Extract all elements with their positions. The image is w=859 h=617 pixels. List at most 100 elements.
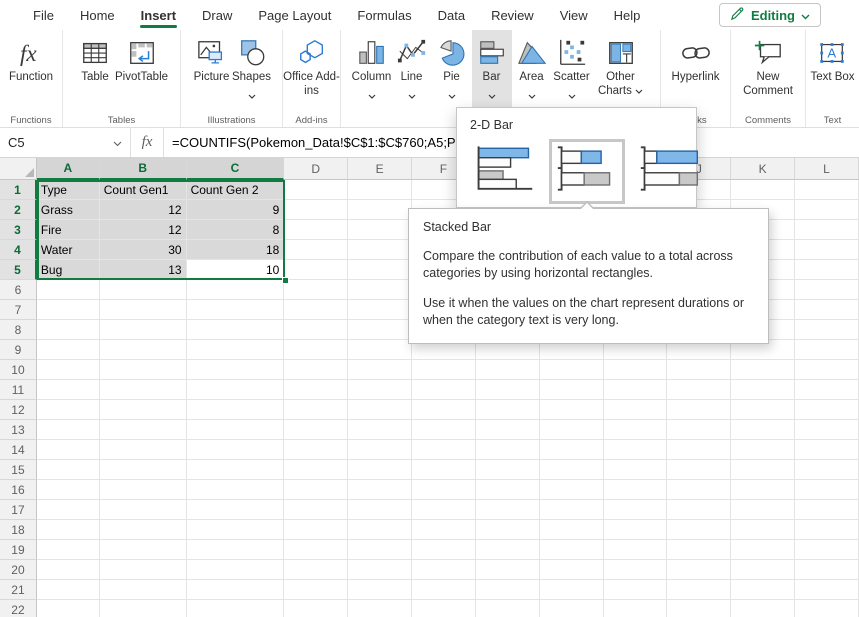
- cell-A8[interactable]: [37, 320, 100, 340]
- cell-L7[interactable]: [795, 300, 859, 320]
- function-button[interactable]: fx Function: [9, 30, 53, 110]
- cell-B13[interactable]: [100, 420, 187, 440]
- cell-D22[interactable]: [284, 600, 348, 617]
- cell-D9[interactable]: [284, 340, 348, 360]
- cell-J21[interactable]: [667, 580, 731, 600]
- line-chart-button[interactable]: Line: [392, 30, 432, 110]
- cell-B16[interactable]: [100, 480, 187, 500]
- cell-F20[interactable]: [412, 560, 476, 580]
- column-header-A[interactable]: A: [37, 158, 100, 180]
- cell-D11[interactable]: [284, 380, 348, 400]
- shapes-button[interactable]: Shapes: [232, 30, 272, 110]
- cell-F17[interactable]: [412, 500, 476, 520]
- cell-D19[interactable]: [284, 540, 348, 560]
- cell-F13[interactable]: [412, 420, 476, 440]
- cell-L2[interactable]: [795, 200, 859, 220]
- fx-icon[interactable]: fx: [131, 128, 164, 157]
- cell-G16[interactable]: [476, 480, 540, 500]
- cell-J22[interactable]: [667, 600, 731, 617]
- cell-A22[interactable]: [37, 600, 100, 617]
- cell-E15[interactable]: [348, 460, 412, 480]
- cell-I15[interactable]: [604, 460, 668, 480]
- cell-L16[interactable]: [795, 480, 859, 500]
- cell-L12[interactable]: [795, 400, 859, 420]
- row-header-11[interactable]: 11: [0, 380, 37, 400]
- cell-L20[interactable]: [795, 560, 859, 580]
- cell-D4[interactable]: [284, 240, 348, 260]
- cell-I18[interactable]: [604, 520, 668, 540]
- cell-L6[interactable]: [795, 280, 859, 300]
- cell-E9[interactable]: [348, 340, 412, 360]
- cell-C13[interactable]: [187, 420, 285, 440]
- option-stacked-bar[interactable]: [549, 139, 625, 204]
- cell-C12[interactable]: [187, 400, 285, 420]
- cell-E2[interactable]: [348, 200, 412, 220]
- cell-A3[interactable]: Fire: [37, 220, 100, 240]
- cell-H10[interactable]: [540, 360, 604, 380]
- cell-C22[interactable]: [187, 600, 285, 617]
- row-header-9[interactable]: 9: [0, 340, 37, 360]
- cell-D2[interactable]: [284, 200, 348, 220]
- cell-E22[interactable]: [348, 600, 412, 617]
- chevron-down-icon[interactable]: [528, 87, 536, 105]
- cell-I17[interactable]: [604, 500, 668, 520]
- row-header-18[interactable]: 18: [0, 520, 37, 540]
- cell-F22[interactable]: [412, 600, 476, 617]
- row-header-7[interactable]: 7: [0, 300, 37, 320]
- cell-L22[interactable]: [795, 600, 859, 617]
- cell-E6[interactable]: [348, 280, 412, 300]
- cell-A7[interactable]: [37, 300, 100, 320]
- cell-G15[interactable]: [476, 460, 540, 480]
- tab-data[interactable]: Data: [425, 0, 478, 30]
- cell-H20[interactable]: [540, 560, 604, 580]
- row-header-2[interactable]: 2: [0, 200, 37, 220]
- cell-C5[interactable]: 10: [187, 260, 285, 280]
- cell-J16[interactable]: [667, 480, 731, 500]
- cell-J20[interactable]: [667, 560, 731, 580]
- cell-E3[interactable]: [348, 220, 412, 240]
- cell-E5[interactable]: [348, 260, 412, 280]
- cell-G22[interactable]: [476, 600, 540, 617]
- cell-B2[interactable]: 12: [100, 200, 187, 220]
- cell-K1[interactable]: [731, 180, 795, 200]
- cell-B17[interactable]: [100, 500, 187, 520]
- cell-C10[interactable]: [187, 360, 285, 380]
- row-header-16[interactable]: 16: [0, 480, 37, 500]
- cell-B1[interactable]: Count Gen1: [100, 180, 187, 200]
- cell-E14[interactable]: [348, 440, 412, 460]
- row-header-20[interactable]: 20: [0, 560, 37, 580]
- cell-C16[interactable]: [187, 480, 285, 500]
- cell-G11[interactable]: [476, 380, 540, 400]
- row-header-17[interactable]: 17: [0, 500, 37, 520]
- cell-L19[interactable]: [795, 540, 859, 560]
- cell-B6[interactable]: [100, 280, 187, 300]
- hyperlink-button[interactable]: Hyperlink: [672, 30, 720, 110]
- cell-D15[interactable]: [284, 460, 348, 480]
- row-header-13[interactable]: 13: [0, 420, 37, 440]
- cell-E7[interactable]: [348, 300, 412, 320]
- cell-B15[interactable]: [100, 460, 187, 480]
- cell-A6[interactable]: [37, 280, 100, 300]
- cell-G12[interactable]: [476, 400, 540, 420]
- cell-A16[interactable]: [37, 480, 100, 500]
- cell-A9[interactable]: [37, 340, 100, 360]
- cell-D18[interactable]: [284, 520, 348, 540]
- cell-H12[interactable]: [540, 400, 604, 420]
- row-header-3[interactable]: 3: [0, 220, 37, 240]
- cell-L3[interactable]: [795, 220, 859, 240]
- tab-insert[interactable]: Insert: [128, 0, 189, 30]
- cell-D13[interactable]: [284, 420, 348, 440]
- cell-L10[interactable]: [795, 360, 859, 380]
- cell-B12[interactable]: [100, 400, 187, 420]
- row-header-4[interactable]: 4: [0, 240, 37, 260]
- cell-I19[interactable]: [604, 540, 668, 560]
- cell-K12[interactable]: [731, 400, 795, 420]
- name-box[interactable]: C5: [0, 128, 131, 157]
- bar-chart-button[interactable]: Bar: [472, 30, 512, 110]
- chevron-down-icon[interactable]: [488, 87, 496, 105]
- cell-A1[interactable]: Type: [37, 180, 100, 200]
- cell-E16[interactable]: [348, 480, 412, 500]
- tab-review[interactable]: Review: [478, 0, 547, 30]
- cell-B14[interactable]: [100, 440, 187, 460]
- cell-A10[interactable]: [37, 360, 100, 380]
